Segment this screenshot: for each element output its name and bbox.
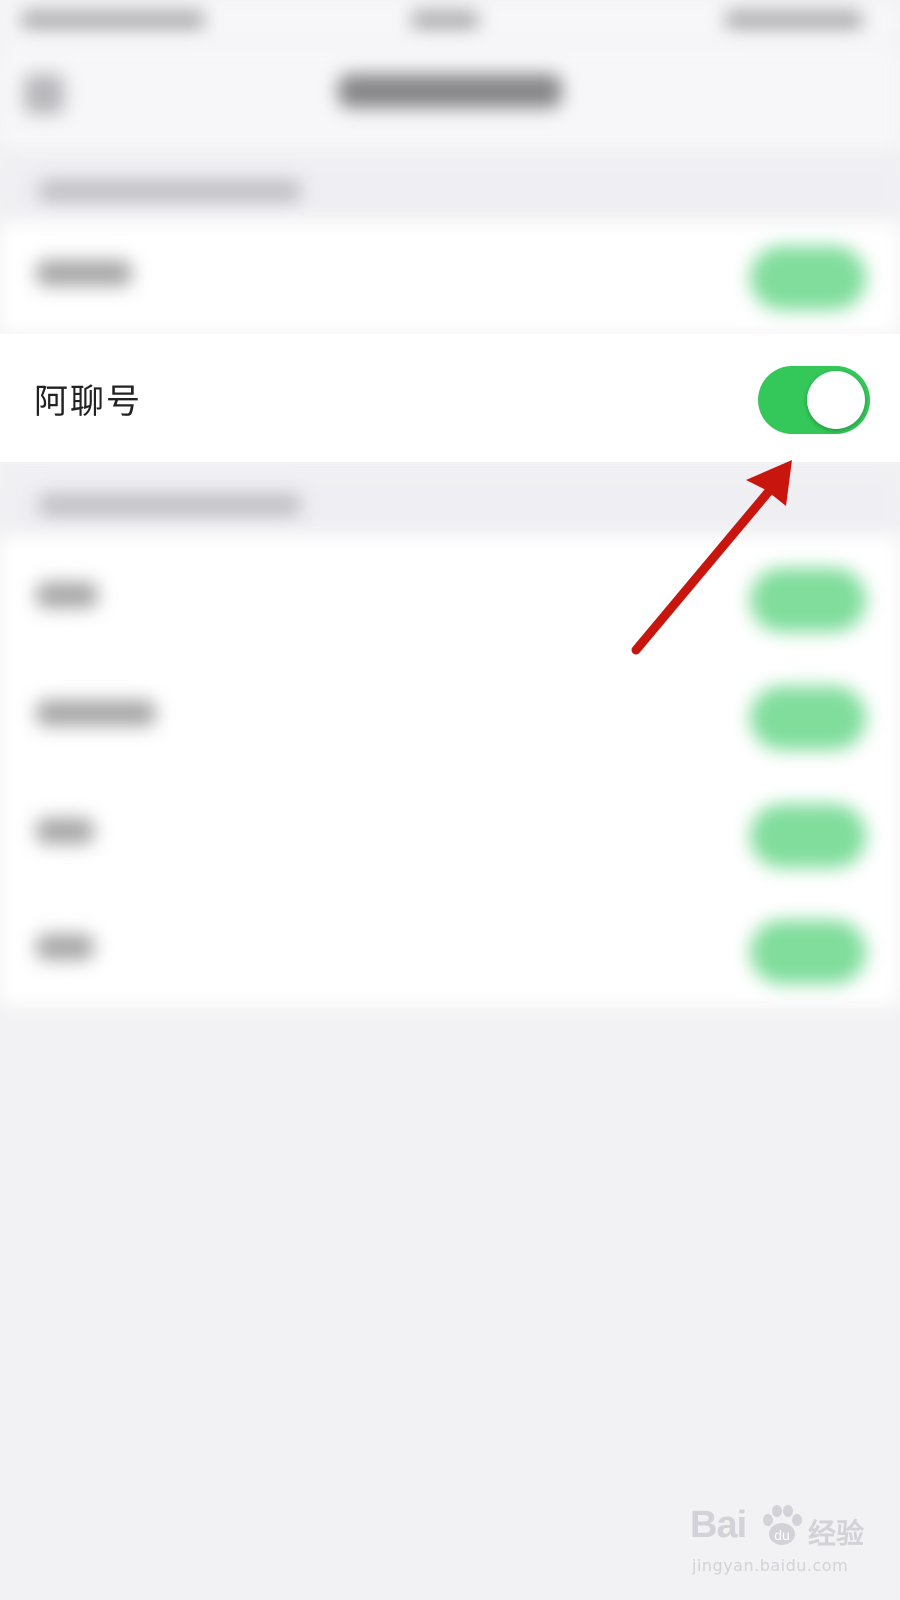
back-icon[interactable] bbox=[24, 74, 64, 114]
page-title bbox=[338, 74, 562, 108]
list-item[interactable] bbox=[0, 214, 900, 334]
toggle-switch[interactable] bbox=[750, 568, 866, 632]
toggle-switch[interactable] bbox=[750, 920, 866, 984]
list-item[interactable] bbox=[0, 888, 900, 1008]
list-item[interactable] bbox=[0, 654, 900, 774]
toggle-switch[interactable] bbox=[750, 246, 866, 310]
svg-text:du: du bbox=[774, 1527, 790, 1543]
toggle-switch[interactable] bbox=[750, 686, 866, 750]
status-bar bbox=[0, 0, 900, 44]
settings-screen: 阿聊号 Bai du 经验 jingyan.baidu.com bbox=[0, 0, 900, 1600]
list-item[interactable] bbox=[0, 536, 900, 656]
watermark-brand: Bai bbox=[690, 1504, 747, 1546]
toggle-knob bbox=[807, 371, 865, 429]
settings-group bbox=[0, 222, 900, 334]
toggle-switch[interactable] bbox=[750, 804, 866, 868]
list-item[interactable] bbox=[0, 772, 900, 892]
settings-row-alias[interactable]: 阿聊号 bbox=[0, 334, 900, 462]
section-header bbox=[0, 470, 900, 536]
watermark-suffix: 经验 bbox=[808, 1517, 865, 1550]
toggle-switch[interactable] bbox=[758, 366, 870, 434]
paw-icon: du bbox=[763, 1505, 802, 1545]
navigation-bar bbox=[0, 44, 900, 152]
settings-row-label: 阿聊号 bbox=[34, 382, 142, 422]
watermark-url: jingyan.baidu.com bbox=[692, 1556, 849, 1575]
baidu-jingyan-watermark: Bai du 经验 jingyan.baidu.com bbox=[688, 1498, 878, 1588]
settings-group bbox=[0, 536, 900, 1006]
section-header bbox=[0, 156, 900, 222]
